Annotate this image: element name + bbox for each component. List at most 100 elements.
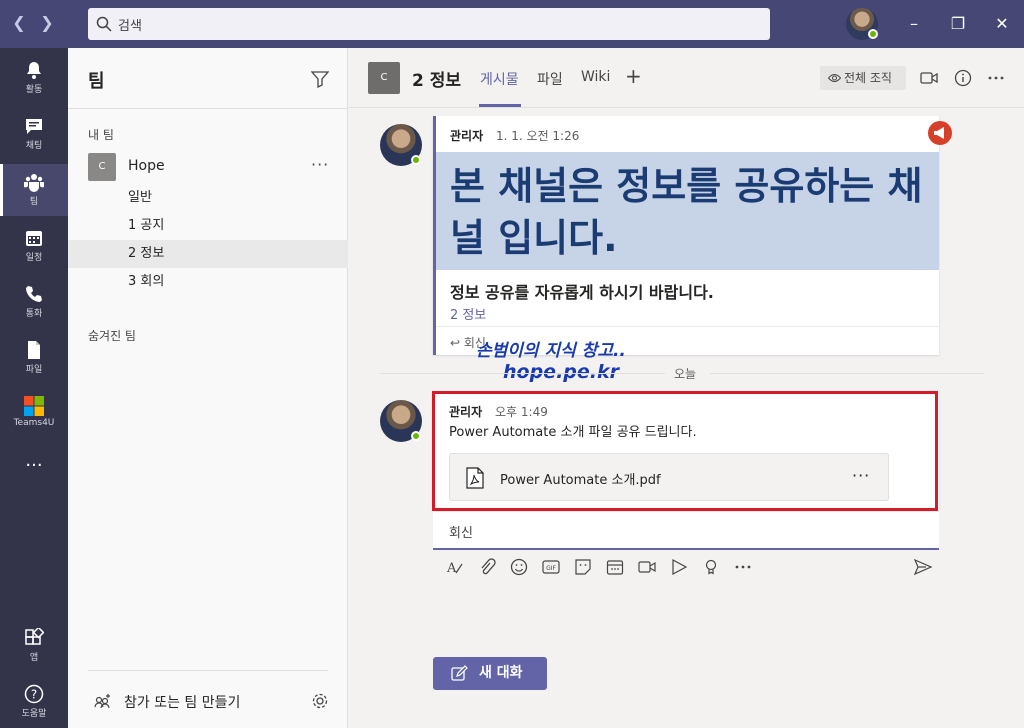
schedule-meeting-icon[interactable] xyxy=(606,558,624,576)
rail-label: 파일 xyxy=(25,365,43,375)
announcement-headline: 본 채널은 정보를 공유하는 채널 입니다. xyxy=(450,164,923,260)
emoji-icon[interactable] xyxy=(510,558,528,576)
meet-now-icon[interactable] xyxy=(638,558,656,576)
new-conversation-button[interactable]: 새 대화 xyxy=(433,657,547,690)
title-bar: ❮ ❯ 검색 – ❐ ✕ xyxy=(0,0,1024,48)
channel-link[interactable]: 2 정보 xyxy=(450,304,486,323)
back-icon[interactable]: ❮ xyxy=(8,12,30,34)
org-wide-label: 전체 조직 xyxy=(844,71,892,85)
gear-icon[interactable] xyxy=(311,692,329,710)
gif-icon[interactable]: GIF xyxy=(542,558,560,576)
day-divider-label: 오늘 xyxy=(674,367,697,381)
highlight-box xyxy=(432,391,938,511)
rail-item-teams4u[interactable]: Teams4U xyxy=(0,388,68,440)
reply-placeholder: 회신 xyxy=(449,526,473,541)
pane-title: 팀 xyxy=(88,71,105,92)
chat-icon xyxy=(26,119,42,134)
post-author[interactable]: 관리자 xyxy=(450,127,483,144)
rail-label: 일정 xyxy=(25,253,43,263)
divider xyxy=(88,670,328,671)
announcement-subheadline: 정보 공유를 자유롭게 하시기 바랍니다. xyxy=(450,283,714,302)
divider xyxy=(380,373,665,374)
filter-icon[interactable] xyxy=(311,70,329,88)
stream-icon[interactable] xyxy=(670,558,688,576)
channel-header: C 2 정보 게시물 파일 Wiki + 전체 조직 xyxy=(349,48,1024,108)
post-timestamp: 1. 1. 오전 1:26 xyxy=(496,129,580,143)
restore-icon[interactable]: ❐ xyxy=(946,12,970,36)
svg-text:A: A xyxy=(446,561,457,576)
svg-text:GIF: GIF xyxy=(546,565,556,572)
divider xyxy=(68,108,348,109)
org-wide-button[interactable]: 전체 조직 xyxy=(820,66,906,90)
hidden-teams-label[interactable]: 숨겨진 팀 xyxy=(88,327,136,344)
more-options-icon[interactable] xyxy=(734,558,752,576)
channel-item-notice[interactable]: 1 공지 xyxy=(68,212,348,240)
presence-available-icon xyxy=(868,29,878,39)
tab-files[interactable]: 파일 xyxy=(537,69,563,89)
rail-item-apps[interactable]: 앱 xyxy=(0,620,68,672)
rail-item-activity[interactable]: 활동 xyxy=(0,52,68,104)
info-icon[interactable] xyxy=(954,69,972,87)
tab-wiki[interactable]: Wiki xyxy=(581,69,610,85)
channel-item-general[interactable]: 일반 xyxy=(68,184,348,212)
rail-item-calls[interactable]: 통화 xyxy=(0,276,68,328)
rail-label: 도움말 xyxy=(21,709,47,719)
app-tile-icon xyxy=(24,396,44,416)
team-more-options-button[interactable]: ··· xyxy=(311,155,329,174)
apps-icon xyxy=(25,628,44,645)
svg-text:?: ? xyxy=(31,688,37,702)
file-icon xyxy=(28,341,40,359)
rail-label: 통화 xyxy=(25,309,43,319)
rail-item-chat[interactable]: 채팅 xyxy=(0,108,68,160)
my-teams-label: 내 팀 xyxy=(88,128,114,142)
tab-posts[interactable]: 게시물 xyxy=(480,69,519,89)
announcement-post: 관리자 1. 1. 오전 1:26 본 채널은 정보를 공유하는 채널 입니다.… xyxy=(433,116,939,355)
search-placeholder: 검색 xyxy=(118,19,142,34)
rail-label: Teams4U xyxy=(13,418,55,428)
eye-icon xyxy=(828,74,841,82)
announcement-banner: 본 채널은 정보를 공유하는 채널 입니다. xyxy=(436,152,939,270)
channel-title: 2 정보 xyxy=(412,71,462,91)
app-rail: 활동 채팅 팀 일정 통화 파일 Teams4U ··· 앱 ? 도움말 xyxy=(0,48,68,728)
add-tab-button[interactable]: + xyxy=(625,64,642,88)
divider xyxy=(436,326,939,327)
channel-avatar: C xyxy=(368,62,400,94)
search-icon xyxy=(96,16,112,32)
join-team-icon xyxy=(94,694,110,709)
send-icon[interactable] xyxy=(914,558,932,576)
rail-item-calendar[interactable]: 일정 xyxy=(0,220,68,272)
attach-icon[interactable] xyxy=(478,558,496,576)
minimize-icon[interactable]: – xyxy=(902,12,926,36)
join-or-create-team-button[interactable]: 참가 또는 팀 만들기 xyxy=(124,692,240,712)
reply-icon: ↩ xyxy=(450,336,461,350)
compose-icon xyxy=(451,665,468,681)
format-icon[interactable]: A xyxy=(446,558,464,576)
reply-input[interactable]: 회신 xyxy=(433,512,939,550)
rail-label: 활동 xyxy=(25,85,43,95)
rail-label: 앱 xyxy=(29,653,39,663)
search-input[interactable]: 검색 xyxy=(88,8,770,40)
calendar-icon xyxy=(26,231,42,246)
channel-item-meeting[interactable]: 3 회의 xyxy=(68,268,348,296)
channel-item-info[interactable]: 2 정보 xyxy=(68,240,348,268)
rail-label: 채팅 xyxy=(25,141,43,151)
forward-icon[interactable]: ❯ xyxy=(36,12,58,34)
team-name[interactable]: Hope xyxy=(128,158,165,174)
watermark-text: 손범이의 지식 창고.. xyxy=(476,341,626,361)
active-tab-indicator xyxy=(479,104,521,107)
praise-icon[interactable] xyxy=(702,558,720,576)
rail-item-teams[interactable]: 팀 xyxy=(0,164,68,216)
bell-icon xyxy=(27,62,41,79)
presence-available-icon xyxy=(411,155,421,165)
rail-label: 팀 xyxy=(29,197,39,207)
megaphone-icon xyxy=(928,121,952,145)
teams-pane: 팀 내 팀 C Hope ··· 일반 1 공지 2 정보 3 회의 숨겨진 팀… xyxy=(68,48,348,728)
meet-now-icon[interactable] xyxy=(920,69,938,87)
more-options-icon[interactable] xyxy=(987,69,1005,87)
divider xyxy=(710,373,984,374)
sticker-icon[interactable] xyxy=(574,558,592,576)
rail-item-files[interactable]: 파일 xyxy=(0,332,68,384)
rail-item-help[interactable]: ? 도움말 xyxy=(0,676,68,728)
more-apps-button[interactable]: ··· xyxy=(0,452,68,484)
close-icon[interactable]: ✕ xyxy=(990,12,1014,36)
